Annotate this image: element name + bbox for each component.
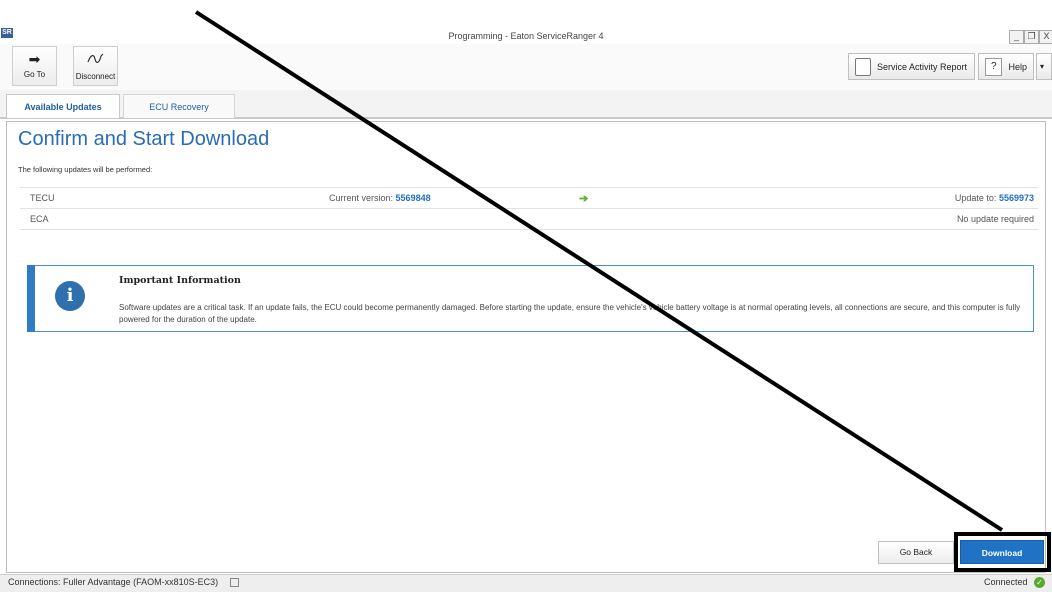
- cable-icon: [74, 52, 117, 68]
- update-version-label: Update to:: [954, 193, 997, 203]
- disconnect-label: Disconnect: [75, 72, 116, 81]
- current-version-value: 5569848: [395, 193, 431, 203]
- ecu-name-eca: ECA: [30, 214, 49, 224]
- service-activity-report-button[interactable]: Service Activity Report: [848, 53, 975, 80]
- update-version: Update to: 5569973: [955, 193, 1034, 203]
- minimize-button[interactable]: _: [1009, 30, 1024, 44]
- page-title: Confirm and Start Download: [18, 128, 270, 150]
- help-dropdown-button[interactable]: ▾: [1036, 53, 1052, 80]
- disconnect-button[interactable]: Disconnect: [73, 46, 118, 86]
- current-version: Current version: 5569848: [329, 193, 431, 203]
- help-button[interactable]: ? Help: [978, 53, 1034, 80]
- update-status: No update required: [956, 214, 1034, 224]
- ecu-name-tecu: TECU: [30, 193, 55, 203]
- row-divider: [20, 187, 1038, 188]
- connected-label: Connected: [984, 577, 1028, 587]
- help-icon: ?: [985, 57, 1003, 76]
- current-version-label: Current version:: [329, 193, 394, 203]
- row-divider: [20, 229, 1038, 230]
- content-panel: [6, 121, 1046, 573]
- row-divider: [20, 208, 1038, 209]
- connection-status: Connections: Fuller Advantage (FAOM-xx81…: [8, 577, 219, 587]
- go-back-button[interactable]: Go Back: [878, 541, 954, 564]
- info-text: Software updates are a critical task. If…: [119, 303, 1021, 324]
- update-version-value: 5569973: [998, 193, 1034, 203]
- go-to-button[interactable]: ➡ Go To: [12, 46, 57, 86]
- service-activity-report-label: Service Activity Report: [877, 61, 968, 72]
- info-title: Important Information: [119, 275, 241, 286]
- connection-details-icon[interactable]: [230, 578, 239, 587]
- download-button[interactable]: Download: [960, 540, 1044, 564]
- restore-button[interactable]: ❐: [1024, 30, 1039, 44]
- chevron-down-icon: ▾: [1040, 62, 1045, 71]
- go-to-label: Go To: [23, 70, 46, 79]
- arrow-right-icon: ➔: [579, 193, 589, 205]
- close-button[interactable]: X: [1039, 30, 1052, 44]
- tab-ecu-recovery[interactable]: ECU Recovery: [123, 94, 235, 118]
- arrow-right-icon: ➡: [28, 51, 41, 67]
- window-title: Programming - Eaton ServiceRanger 4: [448, 31, 604, 41]
- info-accent-bar: [27, 265, 35, 332]
- updates-description: The following updates will be performed:: [18, 165, 153, 174]
- tab-available-updates[interactable]: Available Updates: [6, 94, 120, 118]
- check-icon: ✓: [1034, 577, 1045, 588]
- help-label: Help: [1008, 61, 1027, 72]
- report-icon: [855, 57, 871, 76]
- info-icon: i: [55, 281, 85, 311]
